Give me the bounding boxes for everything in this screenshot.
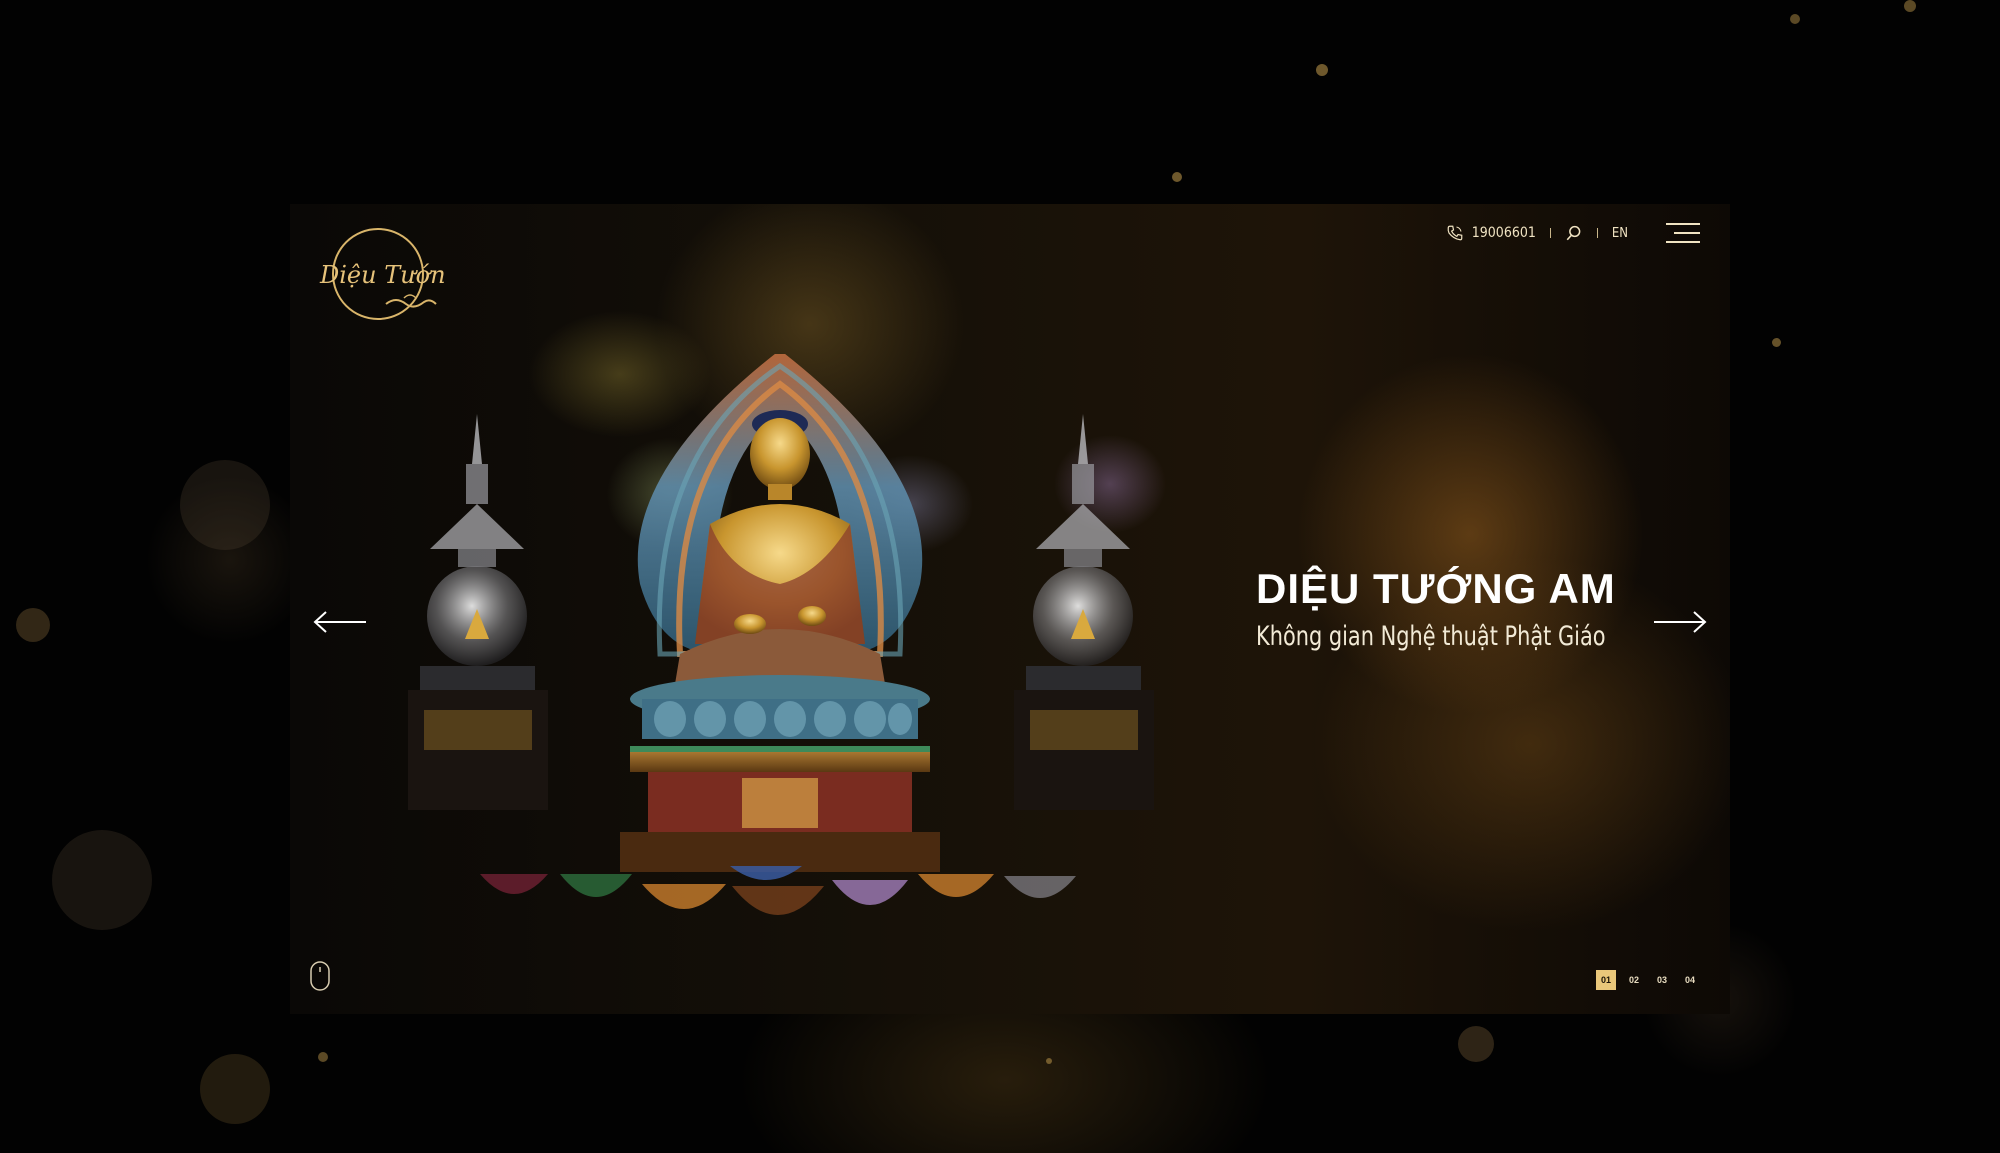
- bokeh-dot: [52, 830, 152, 930]
- bokeh-dot: [1172, 172, 1182, 182]
- bokeh-dot: [200, 1054, 270, 1124]
- page-background: Diệu Tướng Am 19006601 EN: [0, 0, 2000, 1153]
- bokeh-dot: [1316, 64, 1328, 76]
- phone-number: 19006601: [1471, 225, 1536, 241]
- bokeh-dot: [1904, 0, 1916, 12]
- bokeh-dot: [1458, 1026, 1494, 1062]
- hero-title: DIỆU TƯỚNG AM: [1256, 565, 1616, 612]
- divider: [1596, 228, 1598, 238]
- page-3-button[interactable]: 03: [1652, 970, 1672, 990]
- bokeh-dot: [180, 460, 270, 550]
- page-2-button[interactable]: 02: [1624, 970, 1644, 990]
- bokeh-dot: [1772, 338, 1781, 347]
- bokeh-dot: [318, 1052, 328, 1062]
- hero-subtitle: Không gian Nghệ thuật Phật Giáo: [1256, 621, 1606, 652]
- offering-bowls: [480, 866, 1076, 915]
- right-crystal-stupa: [1014, 414, 1154, 810]
- divider: [1549, 228, 1551, 238]
- hamburger-menu-icon[interactable]: [1666, 222, 1700, 244]
- bokeh-dot: [1046, 1058, 1052, 1064]
- slide-pagination: 01 02 03 04: [1596, 970, 1700, 990]
- website-preview: Diệu Tướng Am 19006601 EN: [290, 204, 1730, 1014]
- logo[interactable]: Diệu Tướng Am: [316, 226, 446, 326]
- left-crystal-stupa: [408, 414, 548, 810]
- mouse-scroll-icon[interactable]: [310, 961, 330, 991]
- logo-text: Diệu Tướng Am: [319, 261, 446, 289]
- bokeh-dot: [16, 608, 50, 642]
- page-4-button[interactable]: 04: [1680, 970, 1700, 990]
- phone-icon: [1447, 225, 1463, 241]
- phone-link[interactable]: 19006601: [1446, 224, 1536, 242]
- language-switch[interactable]: EN: [1612, 226, 1628, 241]
- search-icon[interactable]: [1565, 224, 1583, 242]
- bokeh-dot: [1790, 14, 1800, 24]
- page-1-button[interactable]: 01: [1596, 970, 1616, 990]
- buddha-statue-image: [408, 354, 1154, 915]
- top-bar: 19006601 EN: [1446, 218, 1700, 248]
- arrow-left-icon[interactable]: [312, 610, 368, 634]
- hero-text: DIỆU TƯỚNG AM Không gian Nghệ thuật Phật…: [1256, 564, 1686, 654]
